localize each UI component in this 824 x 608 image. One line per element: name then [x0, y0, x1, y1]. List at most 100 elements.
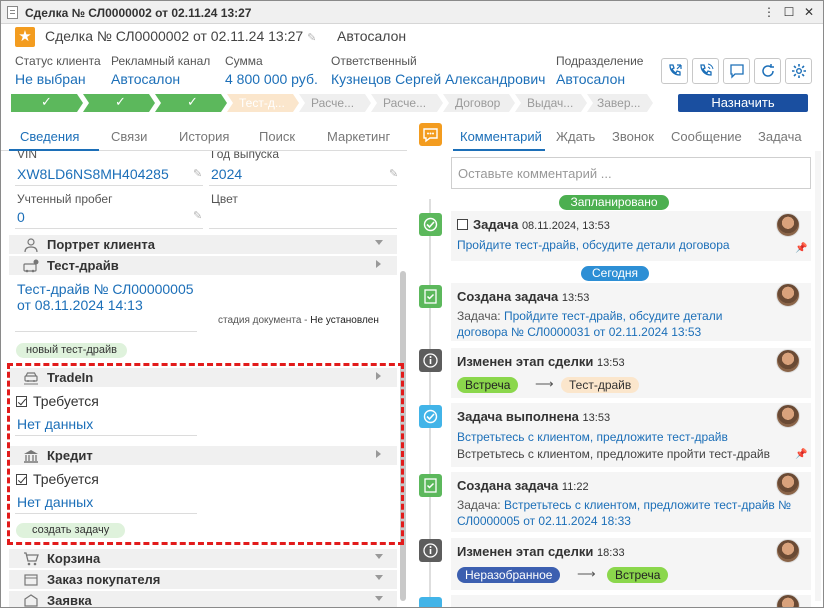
- tab-history[interactable]: История: [179, 129, 229, 144]
- section-client-portrait[interactable]: Портрет клиента: [9, 234, 397, 254]
- timeline-card[interactable]: Создана задача 11:22 Задача: Встретьтесь…: [451, 472, 811, 532]
- card-text[interactable]: Пройдите тест-драйв, обсудите детали дог…: [457, 237, 730, 253]
- tab-details[interactable]: Сведения: [20, 129, 79, 144]
- edit-mileage-icon[interactable]: ✎: [193, 209, 202, 222]
- close-button[interactable]: ✕: [801, 5, 817, 20]
- tab-wait[interactable]: Ждать: [556, 129, 595, 144]
- maximize-button[interactable]: ☐: [781, 5, 797, 20]
- responsible-value[interactable]: Кузнецов Сергей Александрович: [331, 71, 545, 87]
- timeline-card[interactable]: [451, 595, 811, 607]
- section-cart[interactable]: Корзина: [9, 548, 397, 568]
- status-label: Статус клиента: [15, 54, 101, 68]
- card-title: Создана задача 11:22: [457, 478, 589, 493]
- task-created-icon: [419, 474, 442, 497]
- today-pill: Сегодня: [581, 266, 649, 281]
- message-button[interactable]: [723, 58, 750, 84]
- vin-value[interactable]: XW8LD6NS8MH404285: [17, 166, 169, 182]
- task-planned-icon: [419, 213, 442, 236]
- avatar: [776, 472, 800, 496]
- planned-pill: Запланировано: [559, 195, 669, 210]
- edit-pencil-icon[interactable]: ✎: [307, 31, 316, 44]
- call-button[interactable]: [692, 58, 719, 84]
- stage-calc-1[interactable]: Расче...: [299, 94, 371, 112]
- divider: [15, 185, 203, 186]
- request-icon: [24, 594, 38, 607]
- right-tabs: Комментарий Ждать Звонок Сообщение Задач…: [451, 125, 823, 151]
- page-subtitle: Автосалон: [337, 28, 407, 44]
- responsible-label: Ответственный: [331, 54, 417, 68]
- comment-icon[interactable]: [419, 123, 442, 146]
- status-value[interactable]: Не выбран: [15, 71, 86, 87]
- refresh-icon: [762, 64, 774, 77]
- tab-marketing[interactable]: Маркетинг: [327, 129, 390, 144]
- timeline-card[interactable]: Изменен этап сделки 13:53 Встреча ⟶ Тест…: [451, 348, 811, 398]
- sum-value[interactable]: 4 800 000 руб.: [225, 71, 318, 87]
- section-title: Заявка: [47, 593, 92, 607]
- mileage-value[interactable]: 0: [17, 209, 25, 225]
- menu-icon[interactable]: ⋮: [761, 5, 777, 20]
- card-text[interactable]: Задача: Пройдите тест-драйв, обсудите де…: [457, 308, 757, 340]
- card-title: Создана задача 13:53: [457, 289, 590, 304]
- stage-bar: ✓ ✓ ✓ Тест-д... Расче... Расче... Догово…: [11, 94, 653, 112]
- test-drive-doc-link[interactable]: Тест-драйв № СЛ00000005 от 08.11.2024 14…: [17, 281, 197, 313]
- stage-delivery[interactable]: Выдач...: [515, 94, 587, 112]
- right-scrollbar[interactable]: [815, 151, 821, 601]
- vin-label: VIN: [17, 151, 38, 161]
- card-text[interactable]: Встретьтесь с клиентом, предложите тест-…: [457, 429, 728, 445]
- stage-3[interactable]: ✓: [155, 94, 227, 112]
- pin-icon[interactable]: 📌: [795, 449, 807, 460]
- stage-2[interactable]: ✓: [83, 94, 155, 112]
- tab-task[interactable]: Задача: [758, 129, 802, 144]
- tab-message[interactable]: Сообщение: [671, 129, 742, 144]
- refresh-button[interactable]: [754, 58, 781, 84]
- task-complete-checkbox[interactable]: [457, 219, 468, 230]
- section-test-drive[interactable]: Тест-драйв: [9, 255, 397, 275]
- pin-icon[interactable]: 📌: [795, 243, 807, 254]
- tab-search[interactable]: Поиск: [259, 129, 295, 144]
- arrow-right-icon: ⟶: [535, 376, 554, 391]
- timeline-card[interactable]: Задача 08.11.2024, 13:53 Пройдите тест-д…: [451, 211, 811, 261]
- stage-test-drive[interactable]: Тест-д...: [227, 94, 299, 112]
- page-title: Сделка № СЛ0000002 от 02.11.24 13:27 ✎: [45, 28, 317, 44]
- year-value[interactable]: 2024: [211, 166, 242, 182]
- task-done-icon: [419, 597, 442, 607]
- favorite-star-icon[interactable]: ★: [15, 27, 35, 47]
- cart-icon: [24, 552, 39, 566]
- timeline-card[interactable]: Изменен этап сделки 18:33 Неразобранное …: [451, 538, 811, 590]
- avatar: [776, 213, 800, 237]
- chevron-down-icon: [375, 575, 383, 580]
- new-test-drive-badge[interactable]: новый тест-драйв: [16, 343, 128, 358]
- deal-window: Сделка № СЛ0000002 от 02.11.24 13:27 ⋮ ☐…: [0, 0, 824, 608]
- callback-button[interactable]: [661, 58, 688, 84]
- right-active-tab-indicator: [453, 149, 545, 151]
- timeline-card[interactable]: Задача выполнена 13:53 Встретьтесь с кли…: [451, 403, 811, 467]
- stage-calc-2[interactable]: Расче...: [371, 94, 443, 112]
- section-request[interactable]: Заявка: [9, 590, 397, 607]
- tab-call[interactable]: Звонок: [612, 129, 654, 144]
- edit-vin-icon[interactable]: ✎: [193, 167, 202, 180]
- card-text[interactable]: Задача: Встретьтесь с клиентом, предложи…: [457, 497, 809, 529]
- settings-button[interactable]: [785, 58, 812, 84]
- edit-year-icon[interactable]: ✎: [389, 167, 398, 180]
- left-tabs: Сведения Связи История Поиск Маркетинг: [1, 125, 407, 151]
- card-text-secondary: Встретьтесь с клиентом, предложите пройт…: [457, 447, 770, 461]
- avatar: [776, 539, 800, 563]
- info-icon: [419, 539, 442, 562]
- stage-contract[interactable]: Договор: [443, 94, 515, 112]
- comment-input[interactable]: Оставьте комментарий ...: [451, 157, 811, 189]
- stage-complete[interactable]: Завер...: [587, 94, 653, 112]
- user-icon: [24, 238, 38, 253]
- divider: [209, 185, 397, 186]
- tab-comment[interactable]: Комментарий: [460, 129, 542, 144]
- timeline-card[interactable]: Создана задача 13:53 Задача: Пройдите те…: [451, 283, 811, 341]
- assign-button[interactable]: Назначить: [678, 94, 808, 112]
- channel-value[interactable]: Автосалон: [111, 71, 180, 87]
- tab-links[interactable]: Связи: [111, 129, 147, 144]
- document-icon: [7, 6, 18, 19]
- stage-1[interactable]: ✓: [11, 94, 83, 112]
- unit-value[interactable]: Автосалон: [556, 71, 625, 87]
- unit-label: Подразделение: [556, 54, 644, 68]
- highlight-box: [7, 363, 404, 545]
- section-customer-order[interactable]: Заказ покупателя: [9, 569, 397, 589]
- task-created-icon: [419, 285, 442, 308]
